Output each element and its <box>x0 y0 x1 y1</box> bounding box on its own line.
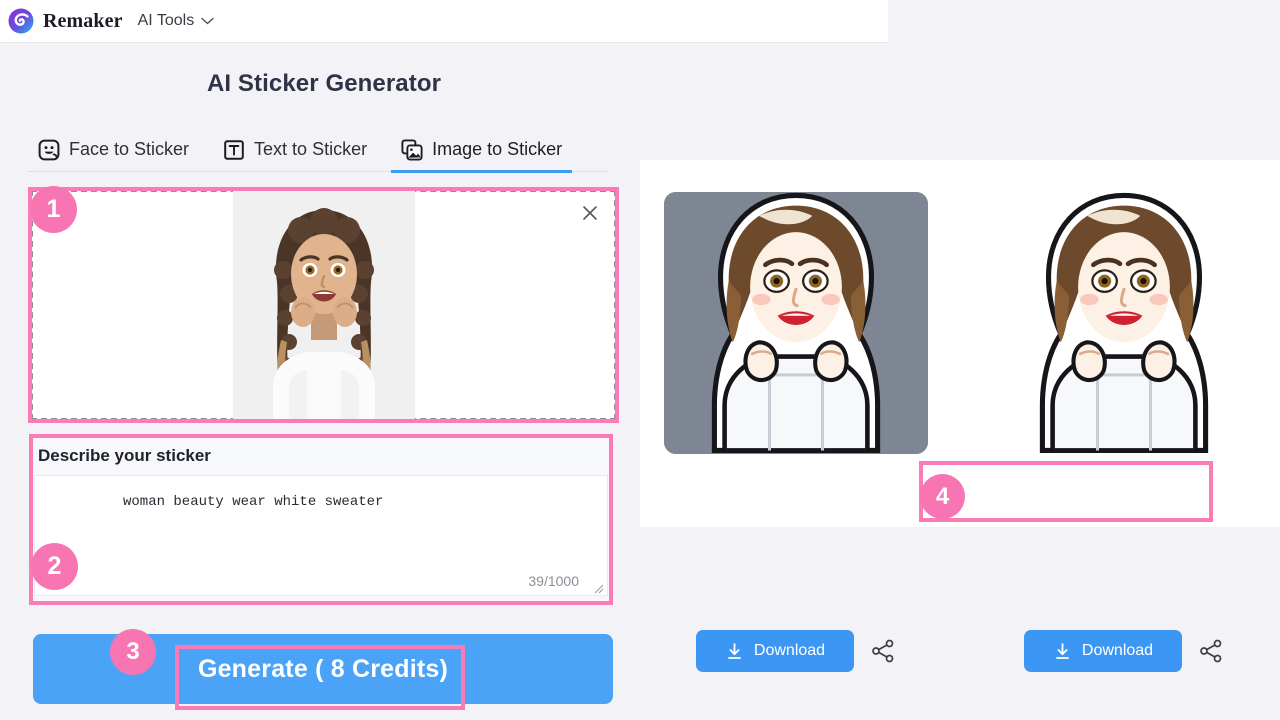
step-badge-2: 2 <box>31 543 78 590</box>
tab-label: Text to Sticker <box>254 139 368 159</box>
text-t-icon <box>223 139 245 161</box>
step-badge-4: 4 <box>920 474 965 519</box>
sticker-result-1 <box>664 192 928 454</box>
describe-textarea[interactable]: woman beauty wear white sweater 39/1000 <box>34 475 608 596</box>
download-label: Download <box>753 642 826 659</box>
remaker-spiral-logo-icon[interactable] <box>8 8 34 34</box>
sticker-actions-row: Download Download <box>640 630 1280 672</box>
tab-label: Face to Sticker <box>69 139 190 159</box>
ai-tools-menu[interactable]: AI Tools <box>138 12 215 30</box>
download-button-1[interactable]: Download <box>696 630 854 672</box>
download-button-2[interactable]: Download <box>1024 630 1182 672</box>
smiley-face-icon <box>38 139 60 161</box>
ai-tools-label: AI Tools <box>137 12 195 29</box>
sticker-mode-tabs: Face to Sticker Text to Sticker Image to… <box>28 128 608 173</box>
download-icon <box>725 642 744 661</box>
tab-image-to-sticker[interactable]: Image to Sticker <box>391 128 573 173</box>
result-1-actions: Download <box>664 630 928 672</box>
char-counter: 39/1000 <box>528 573 579 589</box>
share-icon[interactable] <box>870 638 896 664</box>
brand-name[interactable]: Remaker <box>43 10 123 33</box>
step-badge-1: 1 <box>30 186 77 233</box>
chevron-down-icon <box>201 17 214 25</box>
describe-text-value: woman beauty wear white sweater <box>123 494 384 510</box>
step-badge-3: 3 <box>110 629 156 675</box>
sticker-image-1[interactable] <box>664 192 928 454</box>
describe-sticker-panel: Describe your sticker woman beauty wear … <box>32 437 610 602</box>
sticker-result-2 <box>992 192 1256 454</box>
download-label: Download <box>1081 642 1154 659</box>
sticker-image-2[interactable] <box>992 192 1256 454</box>
close-icon[interactable] <box>580 203 600 223</box>
tab-face-to-sticker[interactable]: Face to Sticker <box>28 128 199 172</box>
image-stack-icon <box>401 138 423 161</box>
tab-text-to-sticker[interactable]: Text to Sticker <box>213 128 377 172</box>
page-title: AI Sticker Generator <box>206 70 442 97</box>
tab-label: Image to Sticker <box>432 139 563 159</box>
sticker-results-row <box>640 192 1280 454</box>
generate-label: Generate ( 8 Credits) <box>197 654 449 683</box>
result-2-actions: Download <box>992 630 1256 672</box>
app-header: Remaker AI Tools <box>0 0 888 43</box>
share-icon[interactable] <box>1198 638 1224 664</box>
download-icon <box>1053 642 1072 661</box>
results-panel: Download Download <box>640 160 1280 672</box>
app-root: Remaker AI Tools AI Sticker Generator Fa… <box>0 0 1280 720</box>
describe-label: Describe your sticker <box>38 446 211 465</box>
image-upload-dropzone[interactable] <box>31 190 616 420</box>
uploaded-image-preview <box>232 190 415 420</box>
resize-grip-icon[interactable] <box>592 581 604 594</box>
